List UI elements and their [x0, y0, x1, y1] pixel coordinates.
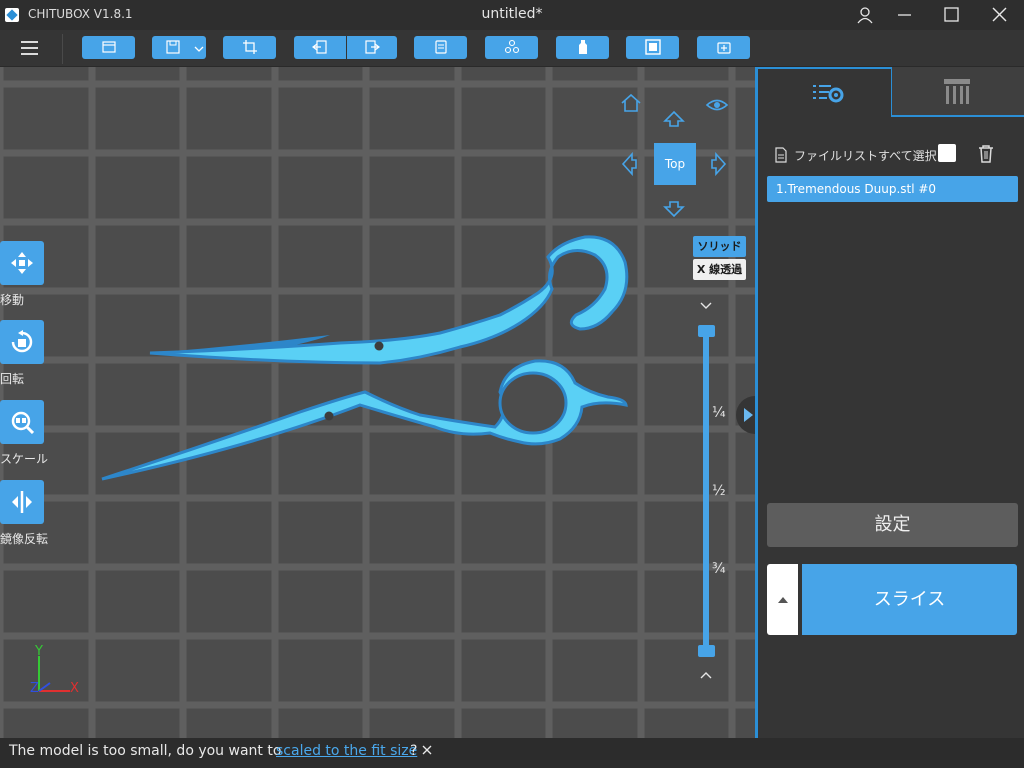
open-file-icon [101, 41, 116, 53]
right-panel: ファイルリストすべて選択 1.Tremendous Duup.stl #0 設定… [755, 67, 1024, 738]
slice-options-toggle[interactable] [767, 564, 798, 635]
file-list-item[interactable]: 1.Tremendous Duup.stl #0 [767, 176, 1018, 202]
eye-icon[interactable] [705, 96, 729, 114]
open-file-button[interactable] [82, 36, 135, 59]
home-view-icon[interactable] [619, 92, 643, 114]
export-icon [365, 40, 380, 54]
crop-button[interactable] [223, 36, 276, 59]
status-suffix: ? [410, 743, 418, 759]
select-all-checkbox[interactable] [938, 144, 956, 162]
drill-button[interactable] [697, 36, 750, 59]
select-all-label: ファイルリストすべて選択 [794, 149, 937, 163]
file-settings-icon [813, 85, 844, 103]
axes-indicator-icon: Y Z X [30, 644, 79, 696]
settings-button[interactable]: 設定 [767, 503, 1018, 547]
tab-supports[interactable] [892, 67, 1024, 117]
view-right-arrow-icon[interactable] [710, 152, 728, 176]
scale-icon[interactable] [0, 400, 44, 444]
axis-y-label: Y [34, 644, 43, 659]
slice-button[interactable]: スライス [802, 564, 1017, 635]
layout-button[interactable] [485, 36, 538, 59]
hollow-icon [644, 39, 661, 55]
move-tool-label: 移動 [0, 293, 25, 307]
chevron-down-icon [194, 46, 204, 52]
main-toolbar [0, 30, 1024, 67]
mirror-icon[interactable] [0, 480, 44, 524]
status-bar: The model is too small, do you want to s… [0, 738, 1024, 768]
copy-icon [434, 40, 447, 54]
close-icon[interactable] [988, 4, 1012, 26]
view-up-arrow-icon[interactable] [663, 110, 685, 128]
user-icon[interactable] [853, 4, 877, 26]
title-bar: CHITUBOX V1.8.1 untitled* [0, 0, 1024, 30]
app-name: CHITUBOX V1.8.1 [28, 7, 133, 21]
layer-slider-top-handle[interactable] [698, 325, 715, 337]
mirror-tool-label: 鏡像反転 [0, 532, 49, 546]
axis-z-label: Z [30, 681, 39, 696]
liquid-button[interactable] [556, 36, 609, 59]
liquid-icon [578, 40, 587, 54]
crop-icon [242, 40, 257, 54]
tab-file-settings[interactable] [758, 67, 892, 117]
select-all-row: ファイルリストすべて選択 [772, 144, 1012, 166]
chevron-up-icon[interactable] [699, 670, 713, 680]
render-mode-xray[interactable]: X 線透過 [693, 259, 746, 280]
dismiss-close-icon[interactable] [421, 744, 433, 756]
layer-slider-track[interactable] [703, 331, 709, 653]
axis-x-label: X [70, 681, 79, 696]
chitubox-logo-icon [5, 8, 19, 22]
view-down-arrow-icon[interactable] [663, 200, 685, 218]
copy-button[interactable] [414, 36, 467, 59]
export-button[interactable] [347, 36, 397, 59]
hollow-button[interactable] [626, 36, 679, 59]
move-icon[interactable] [0, 241, 44, 285]
layer-fraction-three-quarters: ¾ [712, 561, 726, 577]
supports-icon [944, 79, 970, 104]
layer-fraction-half: ½ [712, 483, 726, 499]
layer-slider-bottom-handle[interactable] [698, 645, 715, 657]
layout-icon [504, 39, 519, 54]
import-icon [312, 40, 327, 54]
maximize-icon[interactable] [939, 4, 963, 26]
view-left-arrow-icon[interactable] [620, 152, 638, 176]
chevron-down-icon[interactable] [699, 301, 713, 311]
save-button[interactable] [152, 36, 206, 59]
file-list-icon [775, 147, 787, 163]
status-message: The model is too small, do you want to [9, 743, 282, 759]
scale-tool-label: スケール [0, 452, 49, 466]
save-icon [166, 40, 180, 54]
rotate-icon[interactable] [0, 320, 44, 364]
import-button[interactable] [294, 36, 346, 59]
view-cube-top[interactable]: Top [654, 143, 696, 185]
app-window: CHITUBOX V1.8.1 untitled* 移動 回転 スケール 鏡像反… [0, 0, 1024, 768]
drill-icon [716, 42, 731, 54]
3d-viewport[interactable] [0, 67, 755, 738]
hamburger-menu-icon[interactable] [18, 38, 42, 58]
layer-fraction-quarter: ¼ [712, 405, 726, 421]
rotate-tool-label: 回転 [0, 372, 25, 386]
scale-to-fit-link[interactable]: scaled to the fit size [276, 743, 417, 759]
trash-icon[interactable] [977, 144, 995, 164]
render-mode-solid[interactable]: ソリッド [693, 236, 746, 257]
toolbar-divider [62, 34, 63, 64]
build-plate-grid [0, 67, 755, 738]
minimize-icon[interactable] [892, 4, 916, 26]
